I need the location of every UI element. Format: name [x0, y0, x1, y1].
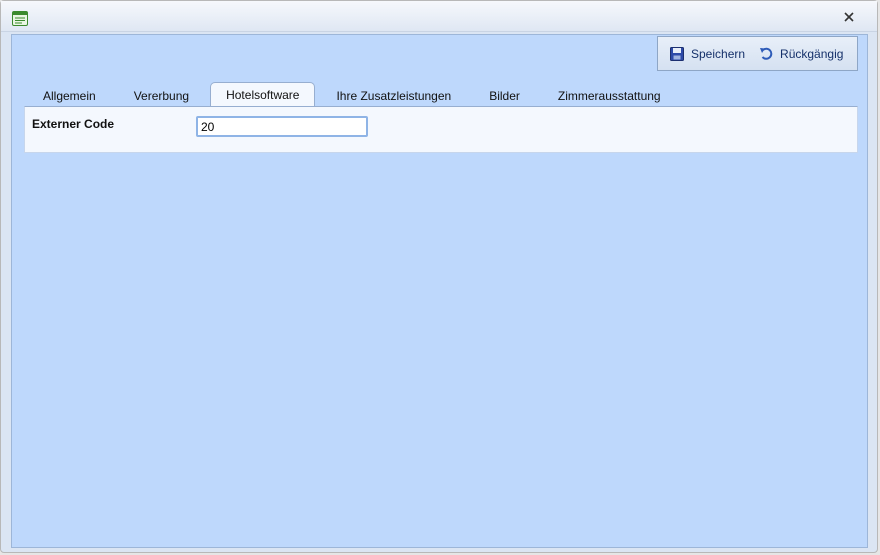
dialog-body: Speichern Rückgängig Allgemein Vererbung…: [11, 34, 868, 548]
tab-bilder[interactable]: Bilder: [472, 85, 537, 107]
toolbar: Speichern Rückgängig: [657, 36, 858, 71]
title-bar: [1, 1, 877, 32]
floppy-disk-icon: [670, 46, 684, 61]
save-button-label: Speichern: [691, 46, 746, 61]
tab-allgemein[interactable]: Allgemein: [26, 85, 113, 107]
dialog-window: Speichern Rückgängig Allgemein Vererbung…: [0, 0, 878, 553]
tab-bar: Allgemein Vererbung Hotelsoftware Ihre Z…: [26, 81, 682, 107]
undo-button-label: Rückgängig: [780, 46, 844, 61]
save-button[interactable]: Speichern: [670, 46, 746, 61]
form-window-icon: [12, 11, 28, 26]
undo-button[interactable]: Rückgängig: [759, 47, 843, 61]
close-icon[interactable]: [843, 11, 855, 23]
external-code-label: Externer Code: [32, 117, 115, 131]
tab-panel-hotelsoftware: Externer Code: [24, 106, 858, 153]
tab-zusatzleistungen[interactable]: Ihre Zusatzleistungen: [319, 85, 468, 107]
tab-zimmerausstattung[interactable]: Zimmerausstattung: [541, 85, 678, 107]
tab-hotelsoftware[interactable]: Hotelsoftware: [210, 82, 316, 107]
external-code-input[interactable]: [196, 116, 368, 137]
tab-vererbung[interactable]: Vererbung: [117, 85, 206, 107]
undo-arrow-icon: [760, 47, 773, 60]
